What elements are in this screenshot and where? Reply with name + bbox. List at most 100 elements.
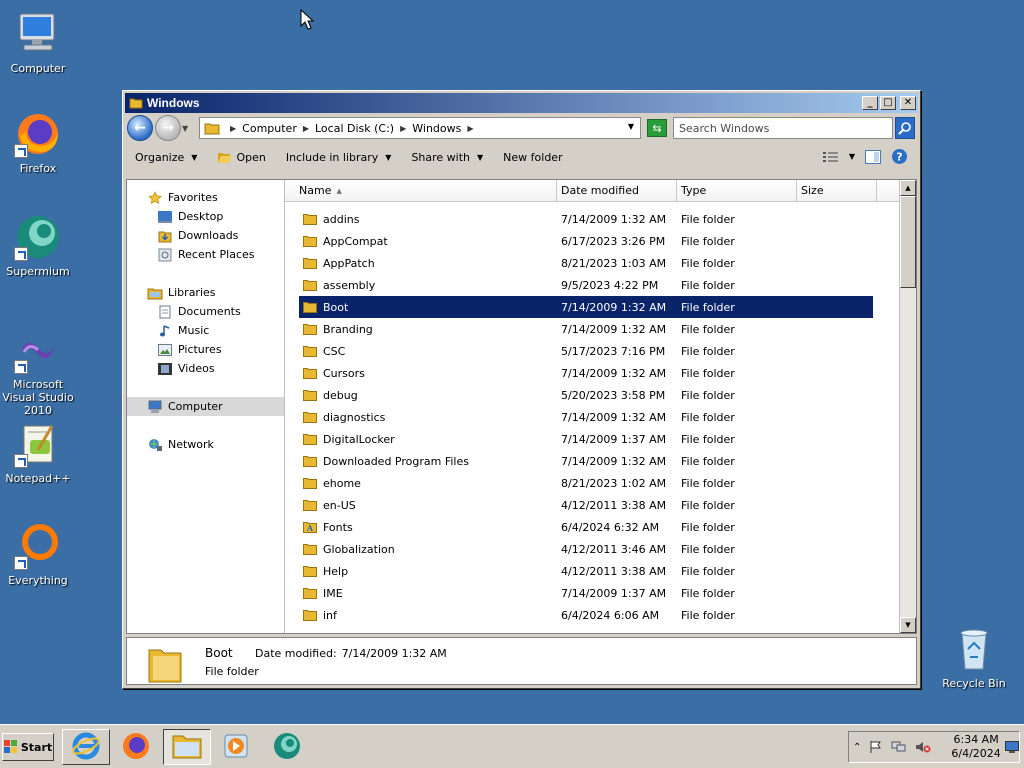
file-row[interactable]: DigitalLocker 7/14/2009 1:37 AM File folde… xyxy=(299,428,873,450)
view-dropdown-icon[interactable]: ▼ xyxy=(849,152,855,161)
desktop-icon-everything[interactable]: Everything xyxy=(0,522,76,587)
start-button[interactable]: Start xyxy=(2,733,54,761)
desktop-icon-visual-studio[interactable]: Microsoft Visual Studio 2010 xyxy=(0,326,76,417)
title-bar[interactable]: Windows _ □ ✕ xyxy=(125,93,918,113)
taskbar-supermium[interactable] xyxy=(263,729,311,765)
vertical-scrollbar[interactable]: ▲ ▼ xyxy=(899,180,916,633)
clock[interactable]: 6:34 AM 6/4/2024 xyxy=(951,733,1000,761)
file-row[interactable]: ehome 8/21/2023 1:02 AM File folder xyxy=(299,472,873,494)
show-desktop-icon[interactable] xyxy=(1004,739,1019,755)
nav-libraries[interactable]: Libraries xyxy=(127,283,284,302)
column-header-date[interactable]: Date modified xyxy=(557,180,677,201)
file-row[interactable]: Globalization 4/12/2011 3:46 AM File folde… xyxy=(299,538,873,560)
file-row[interactable]: debug 5/20/2023 3:58 PM File folder xyxy=(299,384,873,406)
file-type-cell: File folder xyxy=(681,432,735,446)
file-row[interactable]: A Fonts 6/4/2024 6:32 AM File folder xyxy=(299,516,873,538)
show-hidden-icons-icon[interactable]: ⌃ xyxy=(853,739,861,755)
fonts-folder-icon: A xyxy=(303,521,317,533)
nav-music[interactable]: Music xyxy=(127,321,284,340)
recent-pages-dropdown[interactable]: ▼ xyxy=(182,124,192,133)
file-row[interactable]: assembly 9/5/2023 4:22 PM File folder xyxy=(299,274,873,296)
nav-recent-places[interactable]: Recent Places xyxy=(127,245,284,264)
file-type-cell: File folder xyxy=(681,608,735,622)
file-row[interactable]: diagnostics 7/14/2009 1:32 AM File folder xyxy=(299,406,873,428)
include-in-library-button[interactable]: Include in library ▼ xyxy=(286,151,392,164)
action-center-flag-icon[interactable] xyxy=(869,739,883,755)
desktop-icon-label: Microsoft Visual Studio 2010 xyxy=(2,378,74,417)
nav-network[interactable]: Network xyxy=(127,435,284,454)
desktop-icon-recycle-bin[interactable]: Recycle Bin xyxy=(936,625,1012,690)
maximize-button[interactable]: □ xyxy=(880,96,896,110)
command-bar: Organize ▼ Open Include in library ▼ Share… xyxy=(123,143,920,171)
breadcrumb-local-disk[interactable]: ▶ Local Disk (C:) xyxy=(303,122,394,135)
folder-icon xyxy=(303,389,317,401)
file-type-cell: File folder xyxy=(681,344,735,358)
close-button[interactable]: ✕ xyxy=(900,96,916,110)
breadcrumb-windows[interactable]: ▶ Windows xyxy=(400,122,461,135)
file-row[interactable]: Downloaded Program Files 7/14/2009 1:32 A… xyxy=(299,450,873,472)
new-folder-button[interactable]: New folder xyxy=(503,151,562,164)
taskbar-media-player[interactable] xyxy=(212,729,260,765)
desktop-icon-supermium[interactable]: Supermium xyxy=(0,213,76,278)
preview-pane-icon[interactable] xyxy=(865,149,881,164)
address-field[interactable]: ▶ Computer ▶ Local Disk (C:) ▶ Windows ▶ ▼ xyxy=(199,117,641,139)
address-dropdown[interactable]: ▼ xyxy=(628,122,634,131)
details-date-value: 7/14/2009 1:32 AM xyxy=(341,646,447,660)
nav-desktop[interactable]: Desktop xyxy=(127,207,284,226)
file-row[interactable]: en-US 4/12/2011 3:38 AM File folder xyxy=(299,494,873,516)
file-row[interactable]: AppCompat 6/17/2023 3:26 PM File folder xyxy=(299,230,873,252)
network-icon xyxy=(147,438,163,452)
taskbar-internet-explorer[interactable] xyxy=(62,729,110,765)
file-row[interactable]: addins 7/14/2009 1:32 AM File folder xyxy=(299,208,873,230)
forward-button[interactable]: → xyxy=(155,115,181,141)
file-row[interactable]: Cursors 7/14/2009 1:32 AM File folder xyxy=(299,362,873,384)
file-row[interactable]: Boot 7/14/2009 1:32 AM File folder xyxy=(299,296,873,318)
minimize-button[interactable]: _ xyxy=(862,96,878,110)
scroll-up-button[interactable]: ▲ xyxy=(900,180,916,196)
volume-muted-icon[interactable] xyxy=(915,739,931,755)
scroll-down-button[interactable]: ▼ xyxy=(900,617,916,633)
refresh-button[interactable]: ⇆ xyxy=(647,119,667,137)
file-row[interactable]: Help 4/12/2011 3:38 AM File folder xyxy=(299,560,873,582)
search-icon[interactable] xyxy=(895,117,915,139)
folder-icon xyxy=(303,565,317,577)
taskbar-firefox[interactable] xyxy=(112,729,160,765)
nav-downloads[interactable]: Downloads xyxy=(127,226,284,245)
file-row[interactable]: Branding 7/14/2009 1:32 AM File folder xyxy=(299,318,873,340)
breadcrumb-computer[interactable]: ▶ Computer xyxy=(230,122,297,135)
column-header-name[interactable]: Name ▲ xyxy=(285,180,557,201)
search-input[interactable]: Search Windows xyxy=(673,117,893,139)
nav-label: Downloads xyxy=(178,229,239,242)
organize-button[interactable]: Organize ▼ xyxy=(135,151,197,164)
file-row[interactable]: inf 6/4/2024 6:06 AM File folder xyxy=(299,604,873,626)
back-button[interactable]: ← xyxy=(127,115,153,141)
file-date-cell: 4/12/2011 3:46 AM xyxy=(561,542,667,556)
desktop-icon-firefox[interactable]: Firefox xyxy=(0,110,76,175)
help-icon[interactable]: ? xyxy=(891,148,908,165)
taskbar-windows-explorer[interactable] xyxy=(163,729,211,765)
column-header-size[interactable]: Size xyxy=(797,180,877,201)
svg-text:?: ? xyxy=(896,151,902,164)
column-header-type[interactable]: Type xyxy=(677,180,797,201)
nav-videos[interactable]: Videos xyxy=(127,359,284,378)
nav-documents[interactable]: Documents xyxy=(127,302,284,321)
desktop-icon-notepadpp[interactable]: Notepad++ xyxy=(0,420,76,485)
scroll-thumb[interactable] xyxy=(900,196,916,288)
file-row[interactable]: CSC 5/17/2023 7:16 PM File folder xyxy=(299,340,873,362)
desktop-icon-computer[interactable]: Computer xyxy=(0,10,76,75)
nav-label: Network xyxy=(168,438,214,451)
file-date-cell: 7/14/2009 1:32 AM xyxy=(561,300,667,314)
nav-label: Computer xyxy=(168,400,223,413)
network-status-icon[interactable] xyxy=(891,739,907,755)
share-with-button[interactable]: Share with ▼ xyxy=(411,151,483,164)
view-options-icon[interactable] xyxy=(822,151,839,163)
file-row[interactable]: AppPatch 8/21/2023 1:03 AM File folder xyxy=(299,252,873,274)
file-row[interactable]: IME 7/14/2009 1:37 AM File folder xyxy=(299,582,873,604)
breadcrumb-subfolder-arrow[interactable]: ▶ xyxy=(467,124,479,133)
nav-pictures[interactable]: Pictures xyxy=(127,340,284,359)
nav-favorites[interactable]: Favorites xyxy=(127,188,284,207)
nav-label: Music xyxy=(178,324,210,337)
nav-computer[interactable]: Computer xyxy=(127,397,284,416)
details-type: File folder xyxy=(205,665,259,678)
open-button[interactable]: Open xyxy=(217,151,266,164)
